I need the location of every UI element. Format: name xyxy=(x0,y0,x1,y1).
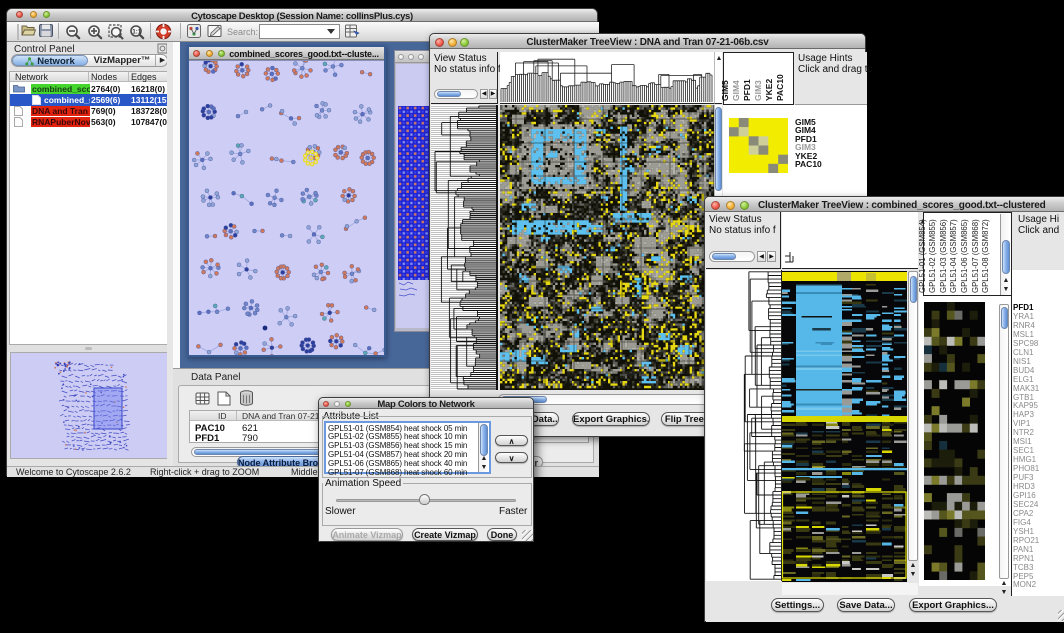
svg-text:1:1: 1:1 xyxy=(132,30,141,36)
